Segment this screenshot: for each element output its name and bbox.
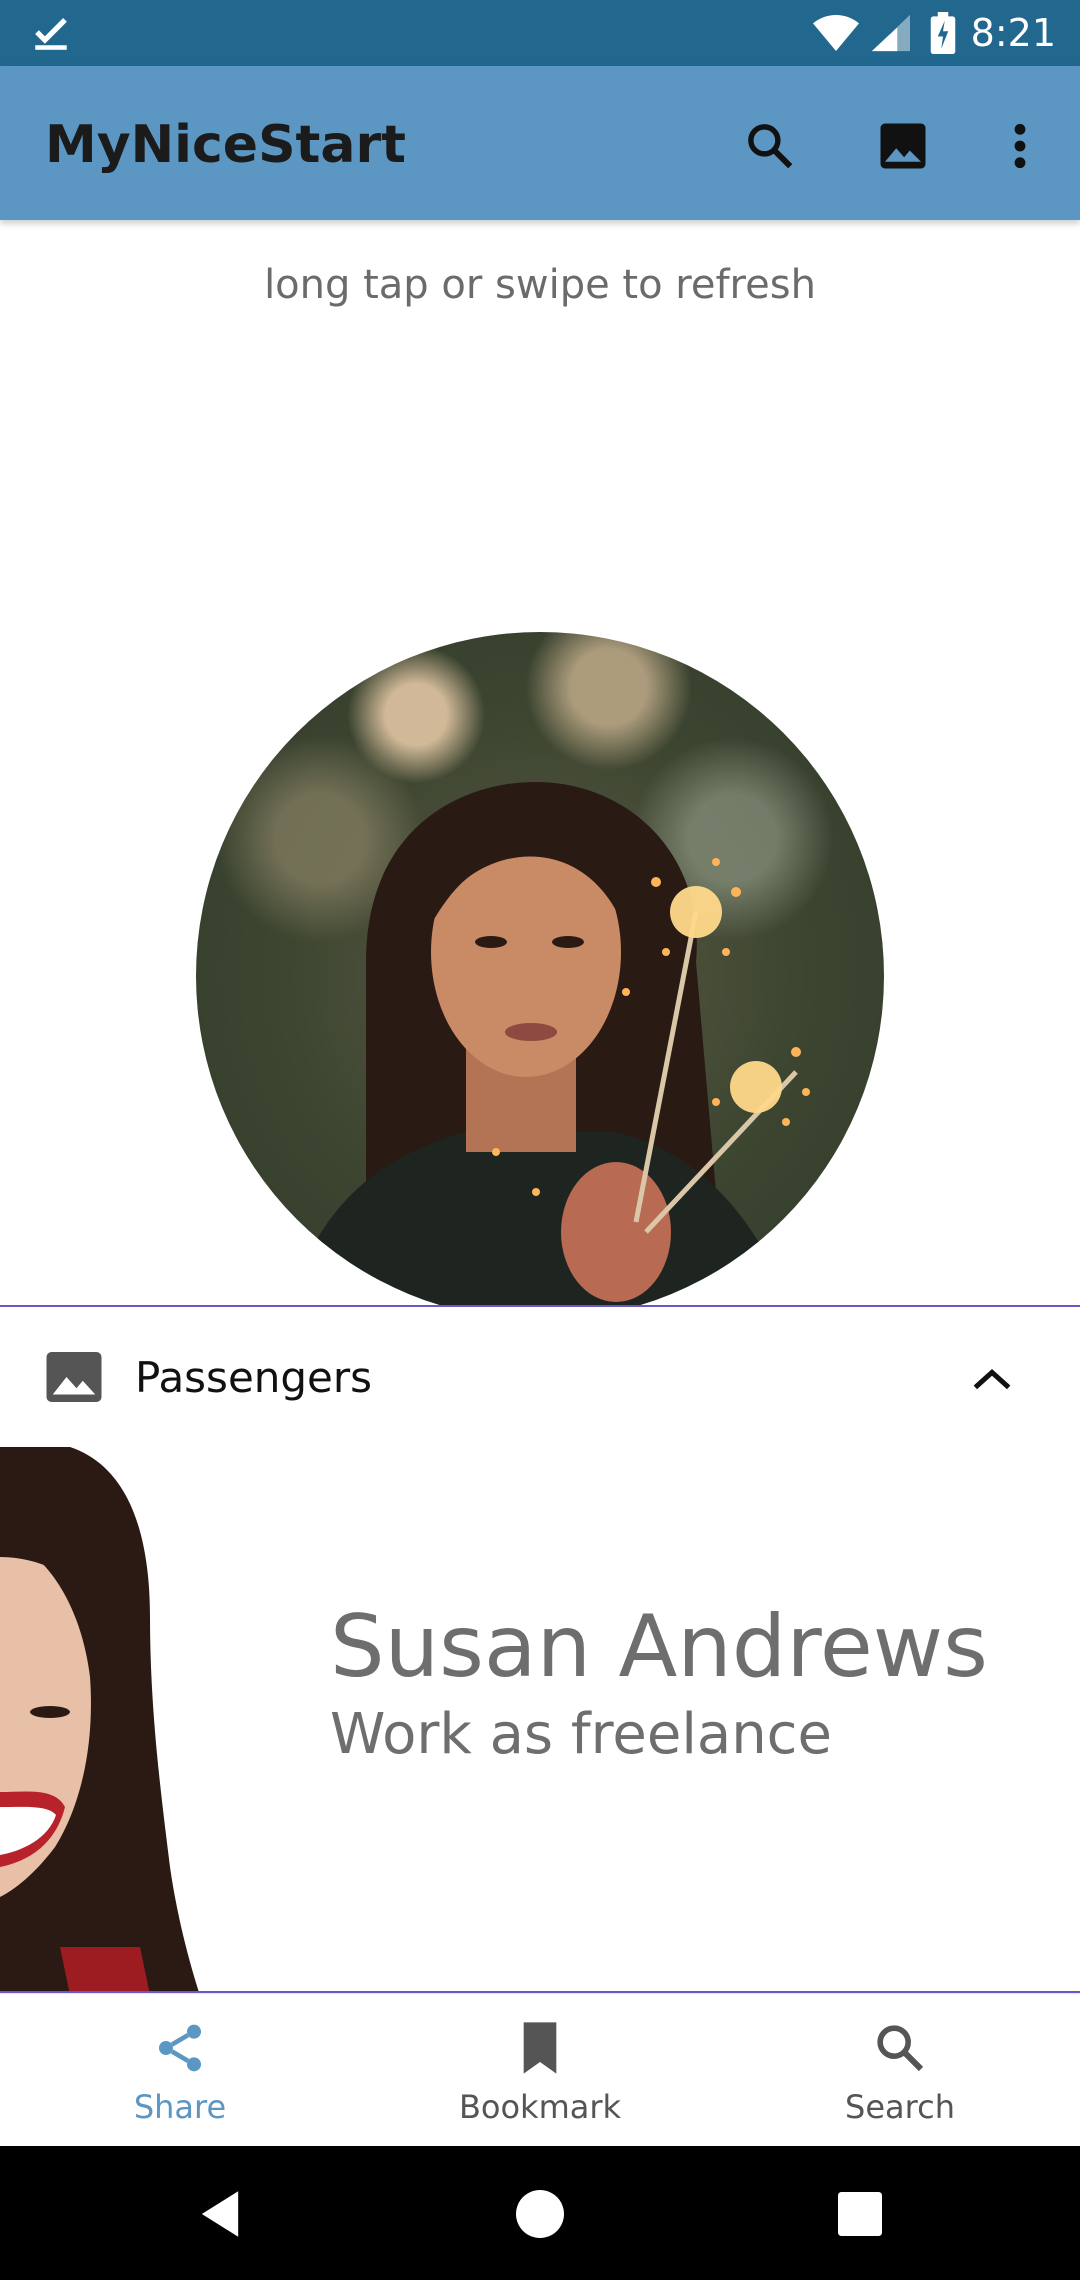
image-button[interactable]	[863, 106, 943, 186]
passengers-panel: Passengers Susan Andrews Work as freelan…	[0, 1305, 1080, 1995]
chevron-up-icon	[973, 1368, 1011, 1390]
share-icon	[159, 2024, 201, 2072]
passenger-role: Work as freelance	[330, 1702, 832, 1767]
status-icons: 8:21	[811, 0, 1056, 66]
bottom-navigation: Share Bookmark Search	[0, 1993, 1080, 2147]
passenger-portrait	[0, 1447, 200, 1995]
nav-search[interactable]: Search	[720, 1994, 1080, 2147]
search-icon	[748, 124, 793, 169]
search-button[interactable]	[730, 106, 810, 186]
home-button[interactable]	[502, 2176, 578, 2252]
status-time: 8:21	[970, 11, 1056, 55]
refresh-hint: long tap or swipe to refresh	[264, 262, 816, 308]
download-done-icon	[35, 18, 67, 50]
recents-button[interactable]	[822, 2176, 898, 2252]
nav-search-label: Search	[845, 2088, 955, 2126]
status-bar: 8:21	[0, 0, 1080, 66]
passenger-name: Susan Andrews	[330, 1597, 988, 1697]
bookmark-icon	[523, 2022, 557, 2074]
passenger-avatar	[0, 1447, 210, 1995]
profile-image	[196, 632, 884, 1320]
search-icon	[877, 2025, 924, 2072]
image-icon	[880, 123, 926, 169]
battery-charging-icon	[930, 12, 955, 54]
wifi-icon	[812, 15, 859, 51]
recents-icon	[838, 2192, 882, 2236]
back-icon	[201, 2191, 239, 2237]
panel-title: Passengers	[135, 1353, 373, 1402]
signal-icon	[871, 14, 910, 52]
app-bar: MyNiceStart	[0, 66, 1080, 220]
panel-header[interactable]: Passengers	[0, 1307, 1080, 1442]
system-navigation-bar	[0, 2146, 1080, 2280]
nav-bookmark[interactable]: Bookmark	[360, 1994, 720, 2147]
profile-portrait	[286, 782, 810, 1320]
back-button[interactable]	[182, 2176, 258, 2252]
more-vert-icon	[1014, 123, 1026, 169]
nav-bookmark-label: Bookmark	[458, 2088, 622, 2126]
collapse-button[interactable]	[960, 1347, 1024, 1411]
app-title: MyNiceStart	[45, 115, 406, 175]
more-options-button[interactable]	[980, 106, 1060, 186]
nav-share[interactable]: Share	[0, 1994, 360, 2147]
image-icon	[46, 1352, 102, 1402]
nav-share-label: Share	[133, 2088, 227, 2126]
home-icon	[516, 2190, 564, 2238]
